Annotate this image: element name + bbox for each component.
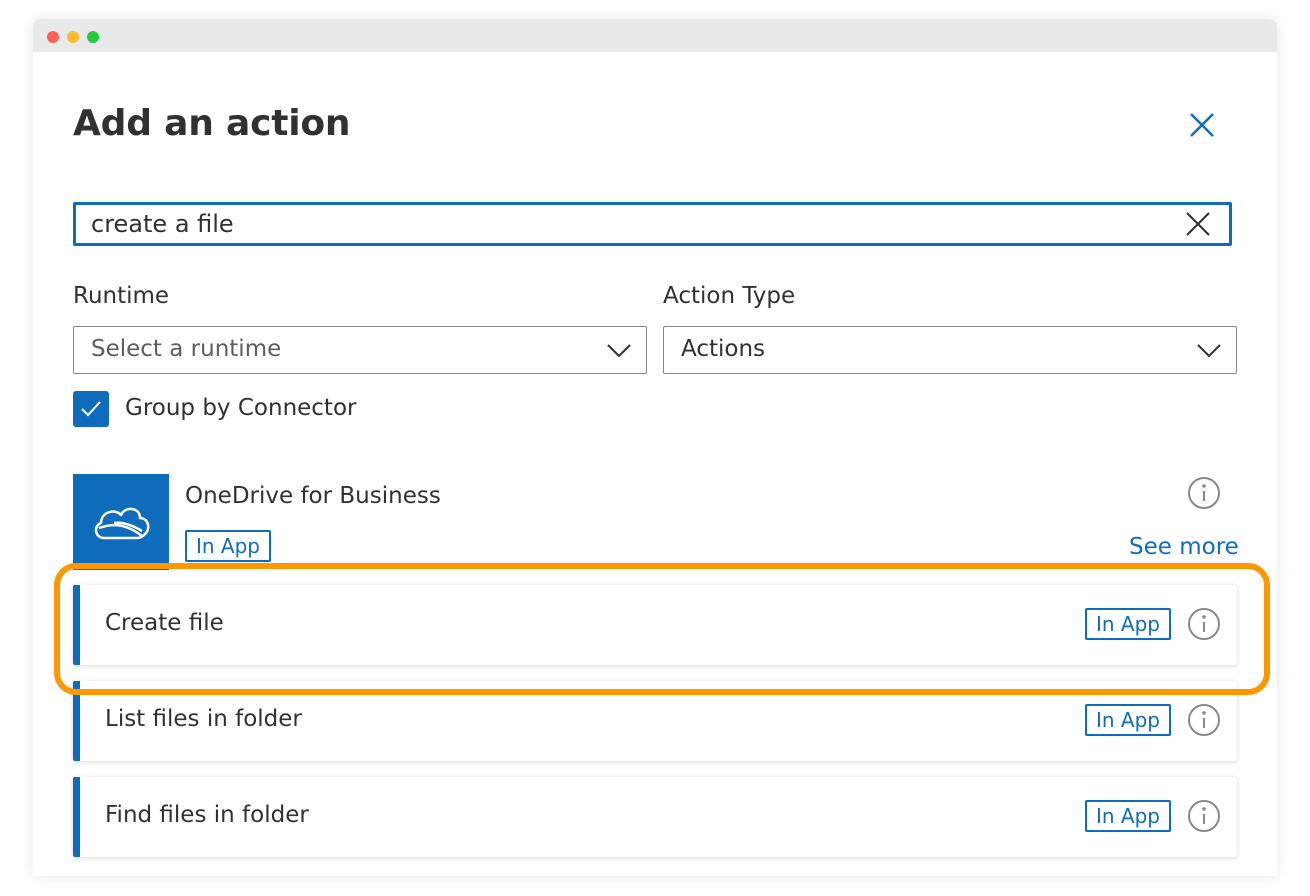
runtime-label: Runtime: [73, 283, 170, 309]
in-app-badge: In App: [1085, 800, 1172, 832]
in-app-badge: In App: [185, 530, 272, 562]
chevron-down-icon: [1197, 344, 1221, 358]
action-info-button[interactable]: [1187, 607, 1221, 641]
action-item-create-file[interactable]: Create file In App: [73, 585, 1237, 665]
action-type-value: Actions: [681, 336, 766, 362]
action-accent-bar: [73, 777, 80, 857]
close-icon: [1190, 113, 1214, 137]
search-box: [73, 202, 1232, 246]
action-info-button[interactable]: [1187, 799, 1221, 833]
action-accent-bar: [73, 585, 80, 665]
group-by-connector-checkbox[interactable]: [73, 391, 109, 427]
in-app-badge: In App: [1085, 608, 1172, 640]
action-accent-bar: [73, 681, 80, 761]
clear-search-button[interactable]: [1185, 211, 1211, 237]
connector-info-button[interactable]: [1187, 476, 1221, 510]
info-icon: [1188, 477, 1220, 509]
info-icon: [1188, 608, 1220, 640]
connector-name: OneDrive for Business: [185, 483, 441, 509]
window-titlebar: [33, 19, 1277, 52]
action-type-label: Action Type: [663, 283, 796, 309]
action-item-list-files[interactable]: List files in folder In App: [73, 681, 1237, 761]
info-icon: [1188, 704, 1220, 736]
group-by-connector-label[interactable]: Group by Connector: [125, 395, 356, 421]
panel-title: Add an action: [73, 103, 351, 144]
window-maximize-dot[interactable]: [87, 31, 99, 43]
see-more-link[interactable]: See more: [1129, 534, 1239, 560]
search-input[interactable]: [91, 205, 1171, 243]
app-window: Add an action Runtime Select a runtime A…: [33, 19, 1277, 876]
action-label: List files in folder: [105, 706, 302, 732]
onedrive-logo: [73, 474, 169, 570]
action-info-button[interactable]: [1187, 703, 1221, 737]
in-app-badge: In App: [1085, 704, 1172, 736]
cloud-icon: [94, 507, 150, 540]
checkmark-icon: [81, 401, 101, 417]
runtime-placeholder: Select a runtime: [91, 336, 282, 362]
runtime-dropdown[interactable]: Select a runtime: [73, 326, 647, 374]
action-item-find-files[interactable]: Find files in folder In App: [73, 777, 1237, 857]
action-label: Create file: [105, 610, 224, 636]
window-minimize-dot[interactable]: [67, 31, 79, 43]
chevron-down-icon: [607, 344, 631, 358]
close-button[interactable]: [1184, 107, 1220, 143]
action-label: Find files in folder: [105, 802, 309, 828]
action-type-dropdown[interactable]: Actions: [663, 326, 1237, 374]
info-icon: [1188, 800, 1220, 832]
window-close-dot[interactable]: [47, 31, 59, 43]
close-icon: [1186, 212, 1210, 236]
